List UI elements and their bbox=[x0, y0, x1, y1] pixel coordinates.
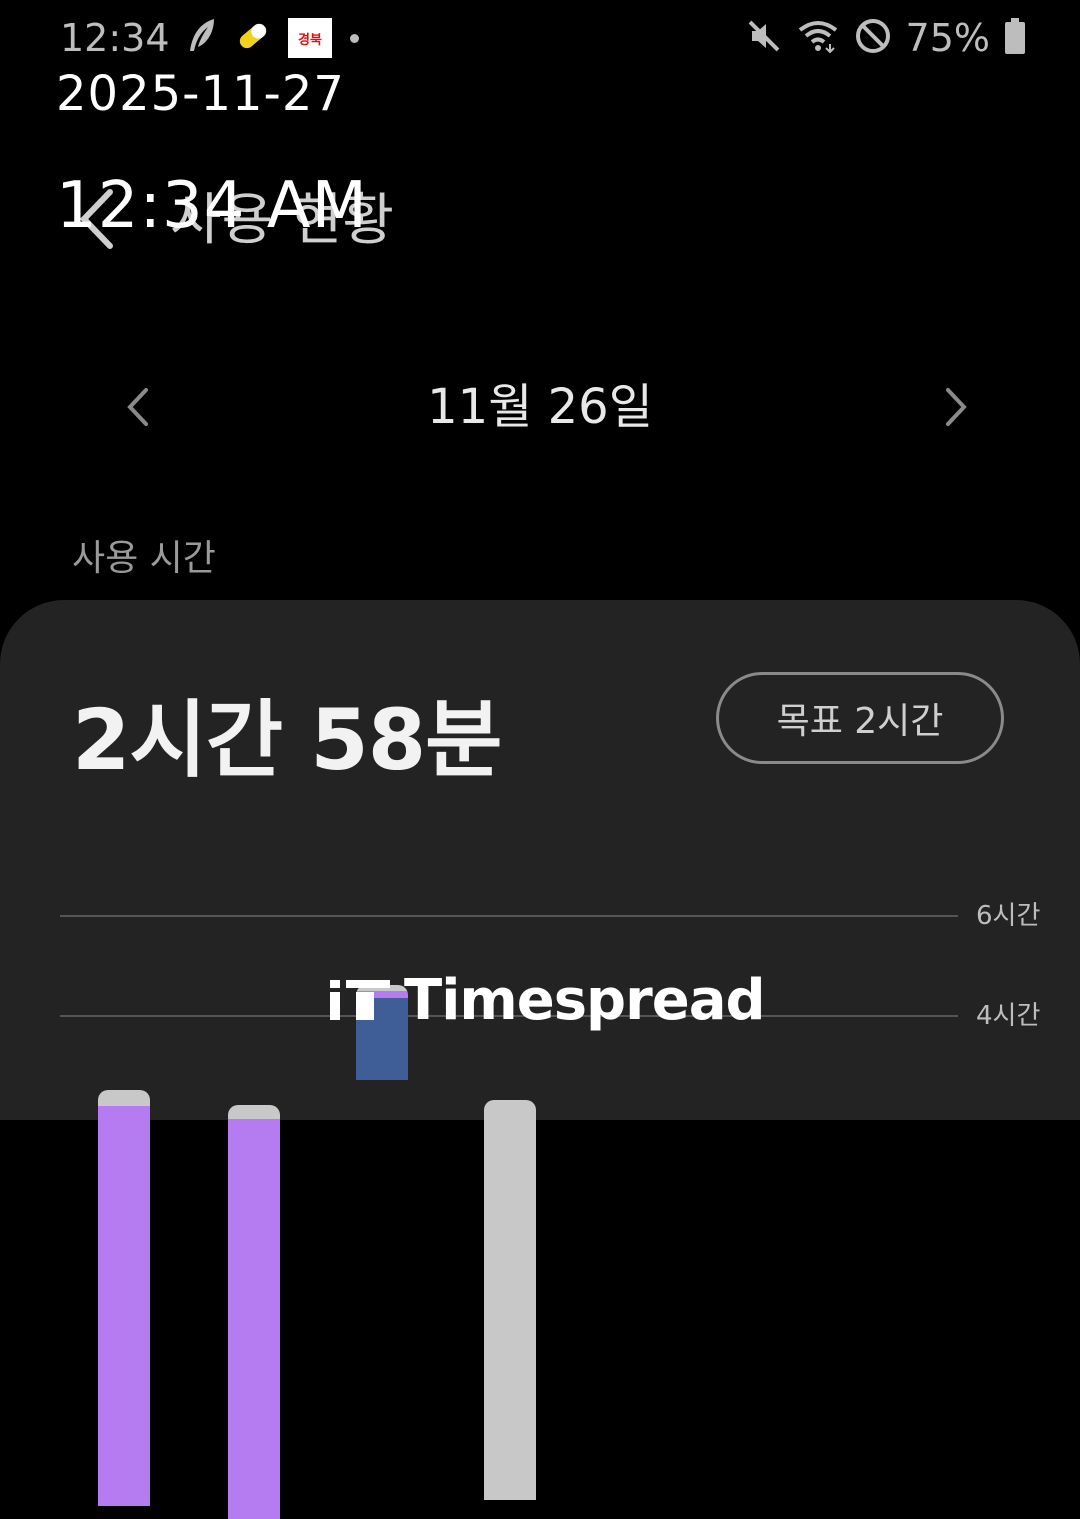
more-notifications-dot-icon bbox=[350, 33, 359, 43]
timespread-watermark: Timespread bbox=[330, 967, 766, 1033]
status-system-icons: 75% bbox=[746, 14, 1026, 62]
overlay-date: 2025-11-27 bbox=[56, 66, 345, 122]
chevron-right-icon bbox=[946, 388, 967, 426]
next-day-button[interactable] bbox=[936, 380, 976, 434]
usage-bar-segment bbox=[228, 1119, 280, 1519]
battery-icon bbox=[1004, 18, 1026, 58]
usage-bar bbox=[228, 1105, 280, 1519]
usage-bar-segment bbox=[98, 1106, 150, 1506]
mute-icon bbox=[746, 18, 782, 58]
usage-bar-segment bbox=[228, 1105, 280, 1119]
usage-bar-segment bbox=[98, 1090, 150, 1106]
section-label-usage-time: 사용 시간 bbox=[72, 538, 216, 579]
usage-bar bbox=[98, 1090, 150, 1506]
feather-icon bbox=[186, 17, 218, 59]
usage-bar-segment bbox=[484, 1100, 536, 1500]
battery-percent: 75% bbox=[905, 16, 990, 60]
pill-icon bbox=[236, 19, 270, 57]
selected-date: 11월 26일 bbox=[427, 379, 653, 435]
tick-label-4h: 4시간 bbox=[976, 1001, 1041, 1031]
grid-line-6h bbox=[60, 915, 958, 917]
wifi-icon bbox=[796, 18, 840, 58]
news-app-icon: 경북 bbox=[288, 18, 332, 58]
total-usage-time: 2시간 58분 bbox=[72, 691, 502, 789]
tick-label-6h: 6시간 bbox=[976, 901, 1041, 931]
status-notification-icons: 경북 bbox=[186, 14, 359, 62]
overlay-time: 12:34 AM bbox=[56, 169, 368, 243]
watermark-text: Timespread bbox=[404, 967, 766, 1033]
goal-button[interactable]: 목표 2시간 bbox=[716, 672, 1004, 764]
dnd-icon bbox=[854, 17, 892, 59]
goal-button-label: 목표 2시간 bbox=[776, 701, 944, 742]
status-time: 12:34 bbox=[60, 16, 170, 60]
usage-bar bbox=[484, 1100, 536, 1500]
timespread-logo-icon bbox=[330, 974, 390, 1026]
